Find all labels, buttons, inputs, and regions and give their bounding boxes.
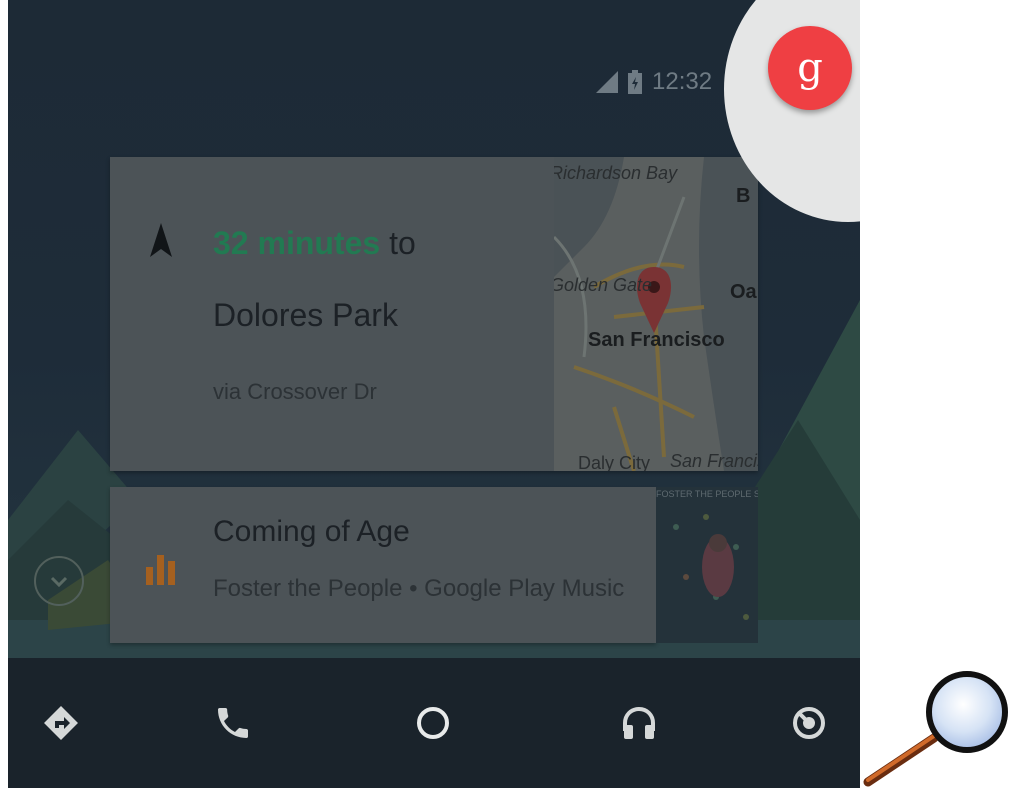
map-label: Golden Gate — [554, 275, 653, 295]
exit-button[interactable] — [784, 698, 834, 748]
track-subtitle: Foster the People • Google Play Music — [213, 575, 625, 602]
phone-icon — [218, 708, 248, 738]
home-icon — [417, 707, 449, 739]
home-button[interactable] — [408, 698, 458, 748]
map-thumbnail[interactable]: Richardson Bay Golden Gate San Francisco… — [554, 157, 758, 471]
battery-charging-icon — [628, 70, 642, 94]
phone-button[interactable] — [208, 698, 258, 748]
map-label: San Francisco — [588, 329, 725, 351]
directions-icon — [44, 706, 78, 740]
album-art-pattern — [673, 514, 749, 620]
track-title: Coming of Age — [213, 515, 410, 548]
map-label: San Francis — [670, 451, 758, 471]
app-bar — [8, 658, 860, 788]
media-card[interactable]: Coming of Age Foster the People • Google… — [110, 487, 656, 643]
route-via: via Crossover Dr — [213, 379, 377, 404]
map-roads — [554, 157, 758, 471]
eta-minutes: 32 minutes — [213, 225, 381, 261]
map-label: Richardson Bay — [554, 163, 678, 183]
map-label: B — [736, 185, 751, 207]
expand-button[interactable] — [34, 556, 84, 606]
google-voice-button[interactable]: g — [768, 26, 852, 110]
google-voice-icon: g — [797, 45, 823, 91]
magnifier-icon — [863, 671, 1008, 787]
map-label: Daly City — [578, 453, 651, 471]
navigation-arrow-icon — [150, 223, 172, 257]
chevron-down-icon — [50, 576, 68, 588]
status-time: 12:32 — [652, 68, 713, 95]
map-label: Oa — [730, 281, 757, 303]
status-bar: 12:32 — [596, 68, 712, 96]
exit-icon — [793, 707, 825, 739]
media-button[interactable] — [614, 698, 664, 748]
signal-icon — [596, 71, 618, 93]
album-art[interactable]: FOSTER THE PEOPLE SUPERMODEL — [656, 487, 758, 643]
headphones-icon — [623, 706, 655, 739]
navigation-title: 32 minutes to Dolores Park — [213, 207, 513, 351]
navigation-button[interactable] — [36, 698, 86, 748]
navigation-card[interactable]: 32 minutes to Dolores Park via Crossover… — [110, 157, 758, 471]
equalizer-icon — [146, 555, 175, 585]
android-auto-screen: 12:32 32 minutes to Dolores Park via Cro… — [8, 0, 860, 788]
